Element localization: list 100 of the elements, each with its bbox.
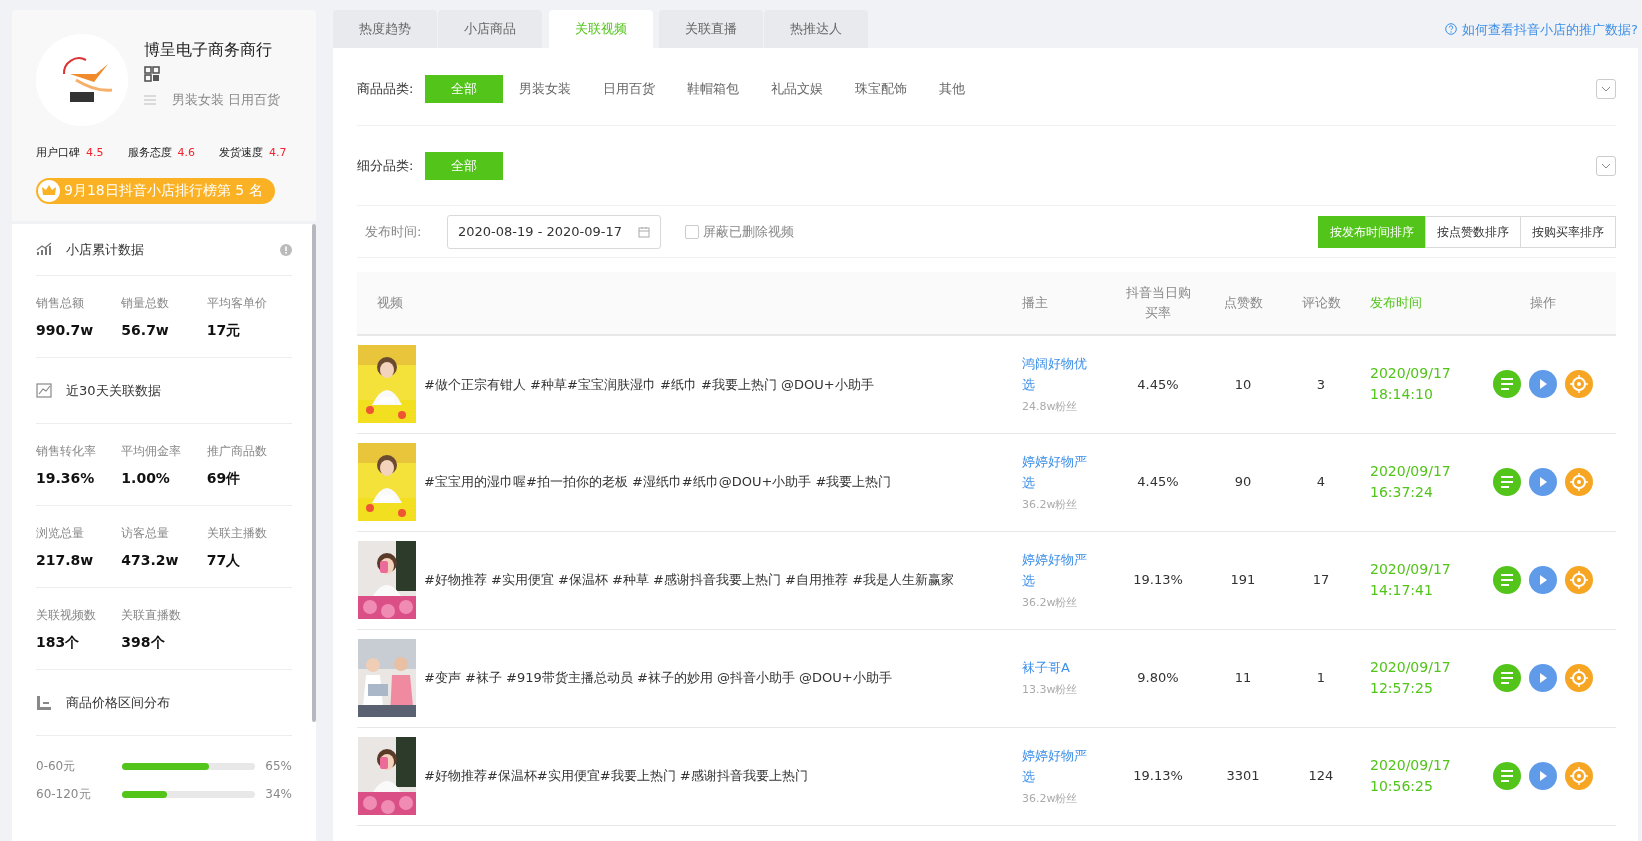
play-button[interactable] (1529, 370, 1557, 399)
target-icon (1570, 375, 1588, 394)
video-title[interactable]: #变声 #袜子 #919带货主播总动员 #袜子的妙用 @抖音小助手 @DOU+小助手 (424, 668, 892, 688)
shop-categories: 男装女装 日用百货 (172, 91, 281, 109)
list-icon (1501, 672, 1513, 684)
category-option[interactable]: 礼品文娱 (755, 74, 839, 103)
category-option[interactable]: 鞋帽箱包 (671, 74, 755, 103)
purchase-rate: 4.45% (1137, 474, 1179, 490)
play-icon (1539, 771, 1547, 781)
chevron-down-icon (1601, 162, 1611, 169)
video-title[interactable]: #好物推荐 #实用便宜 #保温杯 #种草 #感谢抖音我要上热门 #自用推荐 #我是人生新赢家 (424, 570, 955, 590)
axis-chart-icon (36, 694, 52, 711)
like-count: 3301 (1226, 768, 1260, 784)
category-option[interactable]: 其他 (923, 74, 981, 103)
info-icon[interactable] (280, 243, 292, 256)
list-button[interactable] (1493, 370, 1521, 399)
stat-label: 浏览总量 (36, 525, 85, 542)
bar-chart-icon (36, 241, 52, 258)
target-button[interactable] (1565, 664, 1593, 692)
list-icon (1501, 476, 1513, 488)
target-button[interactable] (1565, 468, 1593, 496)
target-button[interactable] (1565, 370, 1593, 399)
rank-badge: 9月18日抖音小店排行榜第 5 名 (36, 177, 275, 204)
column-header: 播主 (1012, 272, 1112, 335)
target-icon (1570, 669, 1588, 687)
like-count: 11 (1234, 670, 1252, 686)
publish-date: 2020/09/17 (1370, 462, 1452, 481)
sort-button[interactable]: 按购买率排序 (1520, 215, 1616, 248)
section-title: 小店累计数据 (66, 240, 144, 259)
purchase-rate: 19.13% (1133, 768, 1183, 784)
stat-label: 平均佣金率 (121, 443, 183, 460)
streamer-link[interactable]: 袜子哥A (1022, 657, 1094, 679)
streamer-link[interactable]: 婷婷好物严选 (1022, 744, 1094, 787)
video-title[interactable]: #宝宝用的湿巾喔#拍一拍你的老板 #湿纸巾#纸巾@DOU+小助手 #我要上热门 (424, 472, 892, 492)
fan-count: 36.2w粉丝 (1022, 790, 1079, 807)
streamer-link[interactable]: 婷婷好物严选 (1022, 450, 1094, 493)
stat-label: 访客总量 (121, 525, 171, 542)
help-link[interactable]: 如何查看抖音小店的推广数据? (1445, 20, 1638, 48)
stat-value: 17元 (206, 321, 242, 340)
tab[interactable]: 热推达人 (764, 10, 868, 48)
like-count: 10 (1234, 376, 1252, 392)
video-title[interactable]: #做个正宗有钳人 #种草#宝宝润肤湿巾 #纸巾 #我要上热门 @DOU+小助手 (424, 374, 874, 394)
shop-name: 博呈电子商务商行 (144, 39, 273, 61)
comment-count: 4 (1316, 474, 1326, 490)
stat-value: 217.8w (36, 551, 95, 570)
publish-date: 2020/09/17 (1370, 364, 1452, 384)
play-icon (1539, 673, 1547, 683)
sort-button[interactable]: 按点赞数排序 (1425, 215, 1521, 248)
tab[interactable]: 关联直播 (659, 10, 763, 48)
stat-value: 56.7w (121, 321, 170, 340)
streamer-link[interactable]: 鸿阔好物优选 (1022, 353, 1094, 395)
purchase-rate: 19.13% (1133, 572, 1183, 588)
stat-label: 销售转化率 (36, 443, 97, 460)
chevron-down-icon (1601, 85, 1611, 92)
calendar-icon (638, 225, 650, 238)
fan-count: 36.2w粉丝 (1022, 496, 1079, 513)
list-button[interactable] (1493, 566, 1521, 594)
target-icon (1570, 571, 1588, 589)
category-option[interactable]: 日用百货 (587, 74, 671, 103)
stat-label: 关联主播数 (206, 525, 268, 542)
fan-count: 36.2w粉丝 (1022, 594, 1079, 611)
stat-label: 销量总数 (121, 295, 171, 312)
play-button[interactable] (1529, 664, 1557, 692)
expand-button[interactable] (1596, 78, 1616, 99)
line-chart-icon (36, 382, 52, 399)
publish-time: 10:56:25 (1370, 777, 1434, 796)
target-button[interactable] (1565, 762, 1593, 790)
list-icon (1501, 574, 1513, 586)
expand-button[interactable] (1596, 155, 1616, 176)
stat-label: 推广商品数 (206, 443, 268, 460)
play-button[interactable] (1529, 468, 1557, 496)
qr-code-icon[interactable] (144, 66, 160, 82)
streamer-link[interactable]: 婷婷好物严选 (1022, 548, 1094, 591)
publish-time: 16:37:24 (1370, 483, 1434, 502)
date-range-field[interactable]: 2020-08-19 - 2020-09-17 (447, 214, 661, 249)
column-header: 点赞数 (1204, 272, 1282, 335)
list-button[interactable] (1493, 664, 1521, 692)
video-title[interactable]: #好物推荐#保温杯#实用便宜#我要上热门 #感谢抖音我要上热门 (424, 766, 808, 786)
scrollbar[interactable] (312, 224, 316, 722)
category-option[interactable]: 男装女装 (503, 74, 587, 103)
crown-icon (38, 179, 60, 202)
help-icon (1445, 23, 1458, 35)
publish-date: 2020/09/17 (1370, 658, 1452, 677)
stat-value: 183个 (36, 633, 81, 652)
target-button[interactable] (1565, 566, 1593, 594)
percent-label: 34% (265, 786, 292, 803)
comment-count: 1 (1316, 670, 1326, 686)
category-option[interactable]: 珠宝配饰 (839, 74, 923, 103)
play-button[interactable] (1529, 566, 1557, 594)
like-count: 191 (1230, 572, 1256, 588)
stat-value: 19.36% (36, 469, 96, 488)
list-button[interactable] (1493, 468, 1521, 496)
list-button[interactable] (1493, 762, 1521, 790)
hide-deleted-checkbox[interactable]: 屏蔽已删除视频 (685, 221, 794, 242)
rating-label: 用户口碑 (36, 146, 80, 159)
target-icon (1570, 767, 1588, 785)
tab[interactable]: 小店商品 (438, 10, 542, 48)
play-button[interactable] (1529, 762, 1557, 790)
comment-count: 3 (1316, 376, 1326, 392)
tab[interactable]: 热度趋势 (333, 10, 437, 48)
